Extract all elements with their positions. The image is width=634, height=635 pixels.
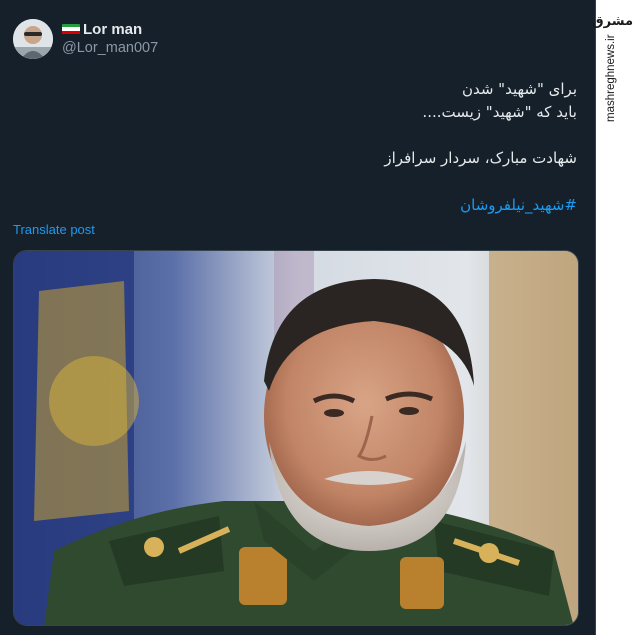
watermark-strip: مشرق mashreghnews.ir <box>592 0 634 635</box>
hashtag-link[interactable]: #شهید_نیلفروشان <box>460 196 577 214</box>
tweet-text-line: شهادت مبارک، سردار سرافراز <box>384 149 577 167</box>
tweet-text-line: باید که "شهید" زیست.... <box>422 103 577 121</box>
iran-flag-icon <box>62 23 80 35</box>
translate-post-link[interactable]: Translate post <box>13 222 95 237</box>
user-handle[interactable]: @Lor_man007 <box>62 40 158 56</box>
user-avatar-icon[interactable] <box>13 19 53 59</box>
tweet-text-gap <box>57 124 577 147</box>
author-block: Lor man @Lor_man007 <box>62 20 158 56</box>
tweet-card[interactable]: Lor man @Lor_man007 برای "شهید" شدن باید… <box>0 0 596 635</box>
portrait-photo-icon[interactable] <box>13 250 579 626</box>
news-url: mashreghnews.ir <box>605 34 617 122</box>
display-name[interactable]: Lor man <box>83 21 142 38</box>
tweet-text-line: برای "شهید" شدن <box>461 80 577 98</box>
tweet-text: برای "شهید" شدن باید که "شهید" زیست.... … <box>57 78 577 170</box>
